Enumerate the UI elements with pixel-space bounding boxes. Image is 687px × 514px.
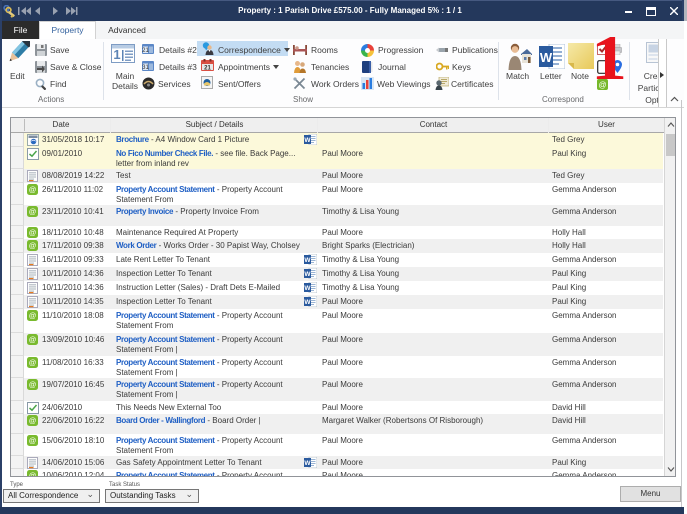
- svg-text:@: @: [29, 335, 37, 344]
- svg-text:W: W: [304, 137, 311, 144]
- svg-text:@: @: [29, 380, 37, 389]
- svg-text:@: @: [29, 185, 37, 194]
- svg-text:W: W: [304, 257, 311, 264]
- svg-text:@: @: [29, 228, 37, 237]
- svg-text:31: 31: [142, 65, 149, 71]
- svg-text:@: @: [29, 241, 37, 250]
- svg-text:@: @: [29, 358, 37, 367]
- svg-text:W: W: [304, 299, 311, 306]
- svg-text:1: 1: [113, 47, 120, 62]
- svg-text:@: @: [29, 471, 37, 477]
- svg-text:@: @: [29, 416, 37, 425]
- svg-text:W: W: [304, 285, 311, 292]
- svg-text:W: W: [540, 50, 553, 65]
- svg-text:@: @: [29, 207, 37, 216]
- svg-text:21: 21: [204, 66, 211, 72]
- svg-text:@: @: [29, 311, 37, 320]
- svg-text:@: @: [29, 436, 37, 445]
- svg-text:21: 21: [142, 48, 149, 54]
- svg-text:W: W: [304, 271, 311, 278]
- svg-text:W: W: [304, 460, 311, 467]
